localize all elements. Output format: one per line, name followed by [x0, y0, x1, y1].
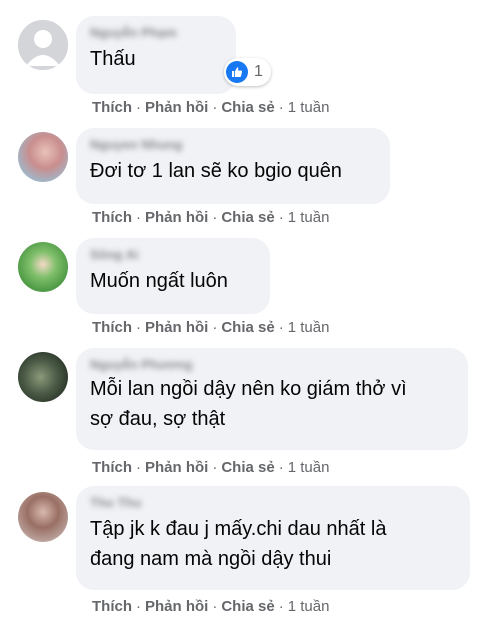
comment-bubble: Nguyễn Phạm Thấu — [76, 16, 236, 94]
like-link[interactable]: Thích — [92, 319, 132, 336]
share-link[interactable]: Chia sẻ — [221, 319, 274, 336]
comment-text: Muốn ngất luôn — [90, 270, 228, 292]
like-link[interactable]: Thích — [92, 598, 132, 615]
share-link[interactable]: Chia sẻ — [221, 209, 274, 226]
comment-bubble: Sông Ai Muốn ngất luôn — [76, 238, 270, 314]
reply-link[interactable]: Phản hồi — [145, 209, 208, 226]
comment-author[interactable]: Nguyễn Phương — [90, 356, 454, 374]
comment-author[interactable]: Sông Ai — [90, 246, 256, 264]
comment-text: đang nam mà ngồi dậy thui — [90, 548, 332, 570]
comment-timestamp[interactable]: 1 tuần — [288, 459, 330, 476]
share-link[interactable]: Chia sẻ — [221, 598, 274, 615]
comment-bubble: Nguyen Nhung Đơi tơ 1 lan sẽ ko bgio quê… — [76, 128, 390, 204]
comment-author[interactable]: Nguyen Nhung — [90, 136, 376, 154]
avatar[interactable] — [18, 132, 68, 182]
reply-link[interactable]: Phản hồi — [145, 99, 208, 116]
avatar[interactable] — [18, 352, 68, 402]
comment-actions: Thích · Phản hồi · Chia sẻ · 1 tuần — [92, 209, 330, 226]
avatar[interactable] — [18, 20, 68, 70]
comment-author[interactable]: Nguyễn Phạm — [90, 24, 222, 42]
comment-bubble: Nguyễn Phương Mỗi lan ngồi dậy nên ko gi… — [76, 348, 468, 450]
like-reaction-icon — [226, 61, 248, 83]
like-link[interactable]: Thích — [92, 459, 132, 476]
comment-actions: Thích · Phản hồi · Chia sẻ · 1 tuần — [92, 99, 330, 116]
comment-timestamp[interactable]: 1 tuần — [288, 319, 330, 336]
avatar[interactable] — [18, 492, 68, 542]
comment-timestamp[interactable]: 1 tuần — [288, 209, 330, 226]
comment-text: Thấu — [90, 48, 136, 70]
comment-timestamp[interactable]: 1 tuần — [288, 99, 330, 116]
comment-text: Mỗi lan ngồi dậy nên ko giám thở vì — [90, 378, 407, 400]
reaction-count-badge[interactable]: 1 — [224, 58, 271, 86]
comment-author[interactable]: Thu Thu — [90, 494, 456, 512]
comment-actions: Thích · Phản hồi · Chia sẻ · 1 tuần — [92, 459, 330, 476]
comment-text: Đơi tơ 1 lan sẽ ko bgio quên — [90, 160, 342, 182]
comment-actions: Thích · Phản hồi · Chia sẻ · 1 tuần — [92, 319, 330, 336]
comment-text: Tập jk k đau j mấy.chi dau nhất là — [90, 518, 387, 540]
reply-link[interactable]: Phản hồi — [145, 319, 208, 336]
like-link[interactable]: Thích — [92, 99, 132, 116]
reply-link[interactable]: Phản hồi — [145, 459, 208, 476]
comment-timestamp[interactable]: 1 tuần — [288, 598, 330, 615]
default-avatar-icon — [18, 20, 68, 70]
comment-bubble: Thu Thu Tập jk k đau j mấy.chi dau nhất … — [76, 486, 470, 590]
avatar[interactable] — [18, 242, 68, 292]
comment-actions: Thích · Phản hồi · Chia sẻ · 1 tuần — [92, 598, 330, 615]
like-link[interactable]: Thích — [92, 209, 132, 226]
share-link[interactable]: Chia sẻ — [221, 459, 274, 476]
share-link[interactable]: Chia sẻ — [221, 99, 274, 116]
reply-link[interactable]: Phản hồi — [145, 598, 208, 615]
comment-text: sợ đau, sợ thật — [90, 408, 226, 430]
reaction-count: 1 — [254, 63, 263, 80]
